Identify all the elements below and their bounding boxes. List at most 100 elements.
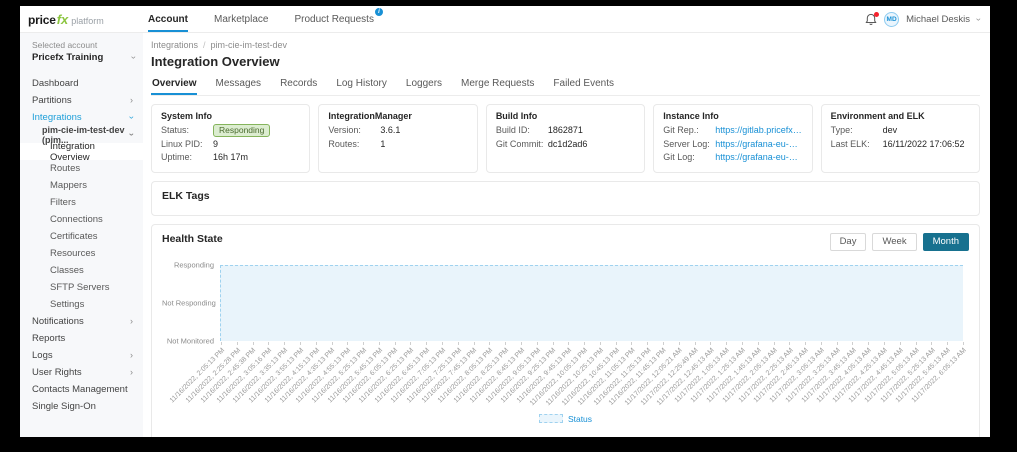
page-title: Integration Overview bbox=[151, 54, 980, 69]
range-week-button[interactable]: Week bbox=[872, 233, 916, 251]
account-dropdown[interactable]: Pricefx Training › bbox=[32, 52, 135, 63]
nav-marketplace[interactable]: Marketplace bbox=[214, 6, 268, 32]
x-axis-tick bbox=[852, 342, 853, 345]
info-cards-row: System InfoStatus:RespondingLinux PID:9U… bbox=[151, 104, 980, 173]
info-row-label: Build ID: bbox=[496, 124, 548, 138]
sidebar-item-integrations[interactable]: Integrations› bbox=[20, 109, 143, 126]
sidebar-item-dashboard[interactable]: Dashboard bbox=[20, 75, 143, 92]
x-axis-tick bbox=[616, 342, 617, 345]
x-axis-tick bbox=[837, 342, 838, 345]
user-avatar[interactable]: MD bbox=[884, 12, 899, 27]
health-state-card: Health State DayWeekMonth RespondingNot … bbox=[151, 224, 980, 438]
chevron-right-icon: › bbox=[130, 351, 133, 360]
info-row-value: 16h 17m bbox=[213, 151, 248, 165]
pricefx-logo[interactable]: pricefxplatform bbox=[28, 12, 124, 27]
sidebar-item-routes[interactable]: Routes bbox=[20, 160, 143, 177]
nav-product-requests[interactable]: Product Requestsi bbox=[294, 6, 374, 32]
sidebar-item-connections[interactable]: Connections bbox=[20, 211, 143, 228]
tab-overview[interactable]: Overview bbox=[151, 76, 197, 95]
chevron-down-icon: › bbox=[127, 116, 136, 119]
sidebar-item-integration-overview[interactable]: Integration Overview bbox=[20, 143, 143, 160]
info-row-last-elk: Last ELK:16/11/2022 17:06:52 bbox=[831, 138, 970, 152]
x-axis-tick bbox=[521, 342, 522, 345]
sidebar-item-reports[interactable]: Reports bbox=[20, 330, 143, 347]
nav-account[interactable]: Account bbox=[148, 6, 188, 32]
info-row-link[interactable]: https://gitlab.pricefx.eu/integr... bbox=[715, 124, 802, 138]
range-day-button[interactable]: Day bbox=[830, 233, 867, 251]
sidebar-item-contacts-management[interactable]: Contacts Management bbox=[20, 381, 143, 398]
sidebar-item-label: Dashboard bbox=[32, 78, 78, 89]
sidebar-item-settings[interactable]: Settings bbox=[20, 296, 143, 313]
selected-account-label: Selected account bbox=[32, 40, 135, 50]
sidebar-item-partitions[interactable]: Partitions› bbox=[20, 92, 143, 109]
x-axis-tick bbox=[237, 342, 238, 345]
account-selector: Selected account Pricefx Training › bbox=[20, 40, 143, 63]
x-axis-tick bbox=[268, 342, 269, 345]
x-axis-tick bbox=[647, 342, 648, 345]
sidebar-item-filters[interactable]: Filters bbox=[20, 194, 143, 211]
chevron-down-icon: › bbox=[127, 133, 136, 136]
tab-loggers[interactable]: Loggers bbox=[405, 76, 443, 95]
x-axis-tick bbox=[568, 342, 569, 345]
sidebar-item-label: Contacts Management bbox=[32, 384, 128, 395]
x-axis-tick bbox=[474, 342, 475, 345]
info-row-linux-pid: Linux PID:9 bbox=[161, 138, 300, 152]
legend-status-label[interactable]: Status bbox=[568, 414, 592, 424]
sidebar-item-label: Settings bbox=[50, 299, 84, 310]
user-name[interactable]: Michael Deskis bbox=[906, 14, 970, 25]
x-axis-tick bbox=[505, 342, 506, 345]
sidebar-item-single-sign-on[interactable]: Single Sign-On bbox=[20, 398, 143, 415]
legend-swatch-icon bbox=[539, 414, 563, 423]
sidebar-item-resources[interactable]: Resources bbox=[20, 245, 143, 262]
x-axis-tick bbox=[758, 342, 759, 345]
info-row-link[interactable]: https://grafana-eu-west-1.pr... bbox=[715, 138, 802, 152]
info-row-label: Version: bbox=[328, 124, 380, 138]
chevron-right-icon: › bbox=[130, 317, 133, 326]
sidebar-item-certificates[interactable]: Certificates bbox=[20, 228, 143, 245]
sidebar-item-notifications[interactable]: Notifications› bbox=[20, 313, 143, 330]
tab-records[interactable]: Records bbox=[279, 76, 318, 95]
navbar-right: MD Michael Deskis › bbox=[865, 12, 980, 27]
tab-messages[interactable]: Messages bbox=[214, 76, 262, 95]
account-name: Pricefx Training bbox=[32, 52, 103, 63]
info-badge-icon: i bbox=[375, 8, 383, 16]
x-axis-tick bbox=[726, 342, 727, 345]
x-axis-tick bbox=[600, 342, 601, 345]
tab-log-history[interactable]: Log History bbox=[335, 76, 388, 95]
top-navbar: pricefxplatform Account Marketplace Produc… bbox=[20, 6, 990, 33]
logo-price-text: price bbox=[28, 13, 56, 27]
x-axis-tick bbox=[300, 342, 301, 345]
x-axis-tick bbox=[489, 342, 490, 345]
sidebar-item-user-rights[interactable]: User Rights› bbox=[20, 364, 143, 381]
sidebar-nav: DashboardPartitions›Integrations›pim-cie… bbox=[20, 75, 143, 415]
chevron-right-icon: › bbox=[130, 368, 133, 377]
sidebar-item-mappers[interactable]: Mappers bbox=[20, 177, 143, 194]
sidebar-item-label: Integration Overview bbox=[50, 141, 133, 163]
notification-bell-icon[interactable] bbox=[865, 13, 877, 26]
info-row-link[interactable]: https://grafana-eu-west-1.pr... bbox=[715, 151, 802, 165]
sidebar-item-classes[interactable]: Classes bbox=[20, 262, 143, 279]
breadcrumb-integrations[interactable]: Integrations bbox=[151, 40, 198, 50]
sidebar-item-label: Routes bbox=[50, 163, 80, 174]
chart-legend: Status bbox=[162, 414, 969, 424]
sidebar-item-label: Partitions bbox=[32, 95, 72, 106]
info-row-label: Git Rep.: bbox=[663, 124, 715, 138]
info-row-label: Routes: bbox=[328, 138, 380, 152]
chevron-down-icon[interactable]: › bbox=[974, 18, 983, 21]
info-row-status: Status:Responding bbox=[161, 124, 300, 138]
status-badge: Responding bbox=[213, 124, 270, 137]
x-axis-tick bbox=[695, 342, 696, 345]
sidebar-item-label: SFTP Servers bbox=[50, 282, 109, 293]
app-window: pricefxplatform Account Marketplace Produc… bbox=[20, 6, 990, 437]
range-month-button[interactable]: Month bbox=[923, 233, 969, 251]
info-row-git-log: Git Log:https://grafana-eu-west-1.pr... bbox=[663, 151, 802, 165]
sidebar-item-logs[interactable]: Logs › bbox=[20, 347, 143, 364]
sidebar: Selected account Pricefx Training › Dash… bbox=[20, 33, 143, 437]
tab-failed-events[interactable]: Failed Events bbox=[552, 76, 615, 95]
sidebar-item-label: Logs bbox=[32, 350, 53, 361]
info-card-title: IntegrationManager bbox=[328, 111, 467, 121]
info-card-instance-info: Instance InfoGit Rep.:https://gitlab.pri… bbox=[653, 104, 812, 173]
tab-merge-requests[interactable]: Merge Requests bbox=[460, 76, 535, 95]
info-card-integrationmanager: IntegrationManagerVersion:3.6.1Routes:1 bbox=[318, 104, 477, 173]
sidebar-item-sftp-servers[interactable]: SFTP Servers bbox=[20, 279, 143, 296]
